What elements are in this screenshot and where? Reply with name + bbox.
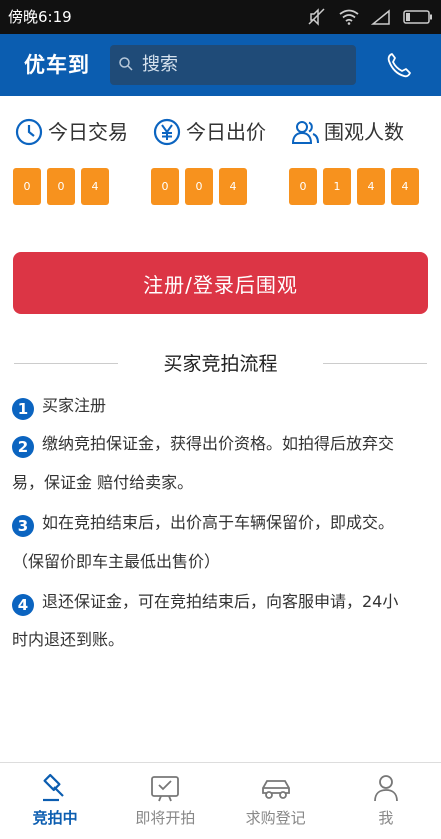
app-title: 优车到: [24, 53, 90, 77]
status-icons: [307, 6, 433, 28]
stat-viewers: 围观人数: [290, 117, 404, 147]
clock-icon: [15, 118, 43, 146]
step-number: 4: [12, 594, 34, 616]
status-time: 傍晚6:19: [8, 8, 72, 26]
stat-label: 今日交易: [48, 120, 128, 144]
stat-label: 围观人数: [324, 120, 404, 144]
register-login-button[interactable]: 注册/登录后围观: [13, 252, 428, 314]
battery-icon: [403, 10, 433, 24]
phone-button[interactable]: [384, 50, 414, 80]
today-trades-counter: 0 0 4: [13, 168, 109, 205]
stat-today-bids: 今日出价: [152, 117, 266, 147]
step-text: 时内退还到账。: [12, 630, 125, 649]
wifi-icon: [339, 9, 359, 25]
counter-digit: 1: [323, 168, 351, 205]
counter-digit: 0: [13, 168, 41, 205]
phone-icon: [387, 53, 411, 78]
status-bar: 傍晚6:19: [0, 0, 441, 34]
tab-auction[interactable]: 竞拍中: [0, 763, 110, 839]
tab-label: 我: [378, 809, 394, 827]
step-text: 易，保证金 赔付给卖家。: [12, 473, 194, 492]
step-number: 3: [12, 515, 34, 537]
counter-digit: 0: [47, 168, 75, 205]
search-input[interactable]: 搜索: [110, 45, 356, 85]
step-number: 2: [12, 436, 34, 458]
process-step-2: 2 缴纳竞拍保证金，获得出价资格。如拍得后放弃交: [12, 425, 430, 463]
calendar-check-icon: [151, 776, 180, 802]
today-bids-counter: 0 0 4: [151, 168, 247, 205]
mute-icon: [307, 8, 327, 26]
process-step-4: 4 退还保证金，可在竞拍结束后，向客服申请，24小: [12, 583, 430, 621]
process-title: 买家竞拍流程: [163, 353, 278, 375]
tab-me[interactable]: 我: [331, 763, 441, 839]
counter-digit: 4: [81, 168, 109, 205]
step-text: 买家注册: [42, 396, 107, 415]
process-section-header: 买家竞拍流程: [0, 350, 441, 378]
tab-purchase-request[interactable]: 求购登记: [221, 763, 331, 839]
process-step-1: 1 买家注册: [12, 387, 430, 425]
step-text: 如在竞拍结束后，出价高于车辆保留价，即成交。: [42, 513, 395, 532]
process-step-3-cont: （保留价即车主最低出售价）: [12, 543, 430, 581]
tab-label: 求购登记: [245, 809, 306, 827]
tab-label: 竞拍中: [32, 809, 78, 827]
counter-digit: 4: [219, 168, 247, 205]
process-step-3: 3 如在竞拍结束后，出价高于车辆保留价，即成交。: [12, 504, 430, 542]
stat-today-trades: 今日交易: [14, 117, 128, 147]
step-text: 缴纳竞拍保证金，获得出价资格。如拍得后放弃交: [42, 434, 395, 453]
signal-icon: [371, 9, 391, 25]
tab-label: 即将开拍: [135, 809, 196, 827]
user-icon: [373, 775, 398, 802]
process-step-4-cont: 时内退还到账。: [12, 621, 430, 659]
search-icon: [118, 56, 134, 76]
viewers-counter: 0 1 4 4: [289, 168, 419, 205]
process-step-2-cont: 易，保证金 赔付给卖家。: [12, 464, 430, 502]
counter-digit: 4: [391, 168, 419, 205]
counter-digit: 0: [185, 168, 213, 205]
counter-digit: 0: [289, 168, 317, 205]
stat-label: 今日出价: [186, 120, 266, 144]
people-icon: [291, 121, 319, 144]
step-number: 1: [12, 398, 34, 420]
gavel-icon: [43, 773, 64, 802]
search-placeholder: 搜索: [142, 54, 178, 75]
divider: [323, 363, 427, 364]
step-text: 退还保证金，可在竞拍结束后，向客服申请，24小: [42, 592, 399, 611]
bottom-tab-bar: 竞拍中 即将开拍 求购登记 我: [0, 762, 441, 839]
car-icon: [261, 780, 290, 799]
yuan-icon: [153, 118, 181, 146]
counter-digit: 0: [151, 168, 179, 205]
app-header: 优车到 搜索: [0, 34, 441, 96]
counter-digit: 4: [357, 168, 385, 205]
tab-upcoming[interactable]: 即将开拍: [110, 763, 220, 839]
step-text: （保留价即车主最低出售价）: [12, 552, 221, 571]
